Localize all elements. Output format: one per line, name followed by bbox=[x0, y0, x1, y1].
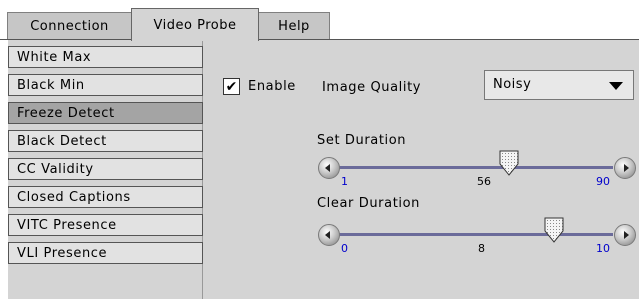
slider-thumb-icon[interactable] bbox=[499, 150, 519, 176]
clear-duration-slider[interactable]: 0 8 10 bbox=[318, 217, 638, 257]
set-duration-value: 56 bbox=[477, 175, 491, 188]
set-duration-slider[interactable]: 1 56 90 bbox=[318, 150, 638, 190]
clear-duration-value: 8 bbox=[478, 242, 485, 255]
clear-duration-label: Clear Duration bbox=[317, 196, 420, 211]
right-arrow-icon[interactable] bbox=[614, 224, 636, 246]
left-arrow-icon[interactable] bbox=[318, 224, 340, 246]
tab-bar: Connection Video Probe Help bbox=[0, 0, 639, 41]
sidebar-item-black-min[interactable]: Black Min bbox=[8, 74, 203, 96]
tab-connection[interactable]: Connection bbox=[7, 12, 132, 40]
sidebar-item-closed-captions[interactable]: Closed Captions bbox=[8, 186, 203, 208]
tab-help[interactable]: Help bbox=[258, 12, 330, 40]
sidebar-item-label: Black Detect bbox=[17, 133, 107, 149]
sidebar-item-label: VITC Presence bbox=[17, 217, 117, 233]
right-arrow-icon[interactable] bbox=[614, 157, 636, 179]
sidebar-item-freeze-detect[interactable]: Freeze Detect bbox=[8, 102, 203, 124]
probe-sidebar: White Max Black Min Freeze Detect Black … bbox=[8, 40, 203, 299]
set-duration-min: 1 bbox=[341, 175, 348, 188]
tab-connection-label: Connection bbox=[30, 19, 109, 34]
slider-track bbox=[338, 166, 613, 169]
video-probe-panel: White Max Black Min Freeze Detect Black … bbox=[8, 40, 639, 299]
tab-help-label: Help bbox=[278, 19, 310, 34]
enable-label: Enable bbox=[248, 79, 296, 94]
left-arrow-icon[interactable] bbox=[318, 157, 340, 179]
set-duration-label: Set Duration bbox=[317, 133, 407, 148]
sidebar-item-white-max[interactable]: White Max bbox=[8, 46, 203, 68]
sidebar-item-label: White Max bbox=[17, 49, 92, 65]
sidebar-item-label: CC Validity bbox=[17, 161, 94, 177]
sidebar-item-label: Freeze Detect bbox=[17, 105, 115, 121]
image-quality-select[interactable]: Noisy bbox=[484, 70, 634, 100]
set-duration-max: 90 bbox=[596, 175, 610, 188]
sidebar-item-black-detect[interactable]: Black Detect bbox=[8, 130, 203, 152]
enable-checkbox[interactable]: ✔ bbox=[223, 78, 240, 95]
sidebar-item-cc-validity[interactable]: CC Validity bbox=[8, 158, 203, 180]
checkmark-icon: ✔ bbox=[225, 78, 238, 95]
image-quality-label: Image Quality bbox=[322, 80, 422, 95]
sidebar-item-label: VLI Presence bbox=[17, 245, 108, 261]
slider-track bbox=[338, 233, 613, 236]
image-quality-value: Noisy bbox=[493, 77, 532, 92]
tab-video-probe-label: Video Probe bbox=[153, 17, 237, 33]
slider-thumb-icon[interactable] bbox=[544, 217, 564, 243]
clear-duration-max: 10 bbox=[596, 242, 610, 255]
clear-duration-min: 0 bbox=[341, 242, 348, 255]
sidebar-item-label: Black Min bbox=[17, 77, 85, 93]
tab-video-probe[interactable]: Video Probe bbox=[131, 8, 259, 41]
sidebar-item-label: Closed Captions bbox=[17, 189, 131, 205]
triangle-down-icon bbox=[609, 82, 623, 90]
sidebar-item-vitc-presence[interactable]: VITC Presence bbox=[8, 214, 203, 236]
sidebar-item-vli-presence[interactable]: VLI Presence bbox=[8, 242, 203, 264]
